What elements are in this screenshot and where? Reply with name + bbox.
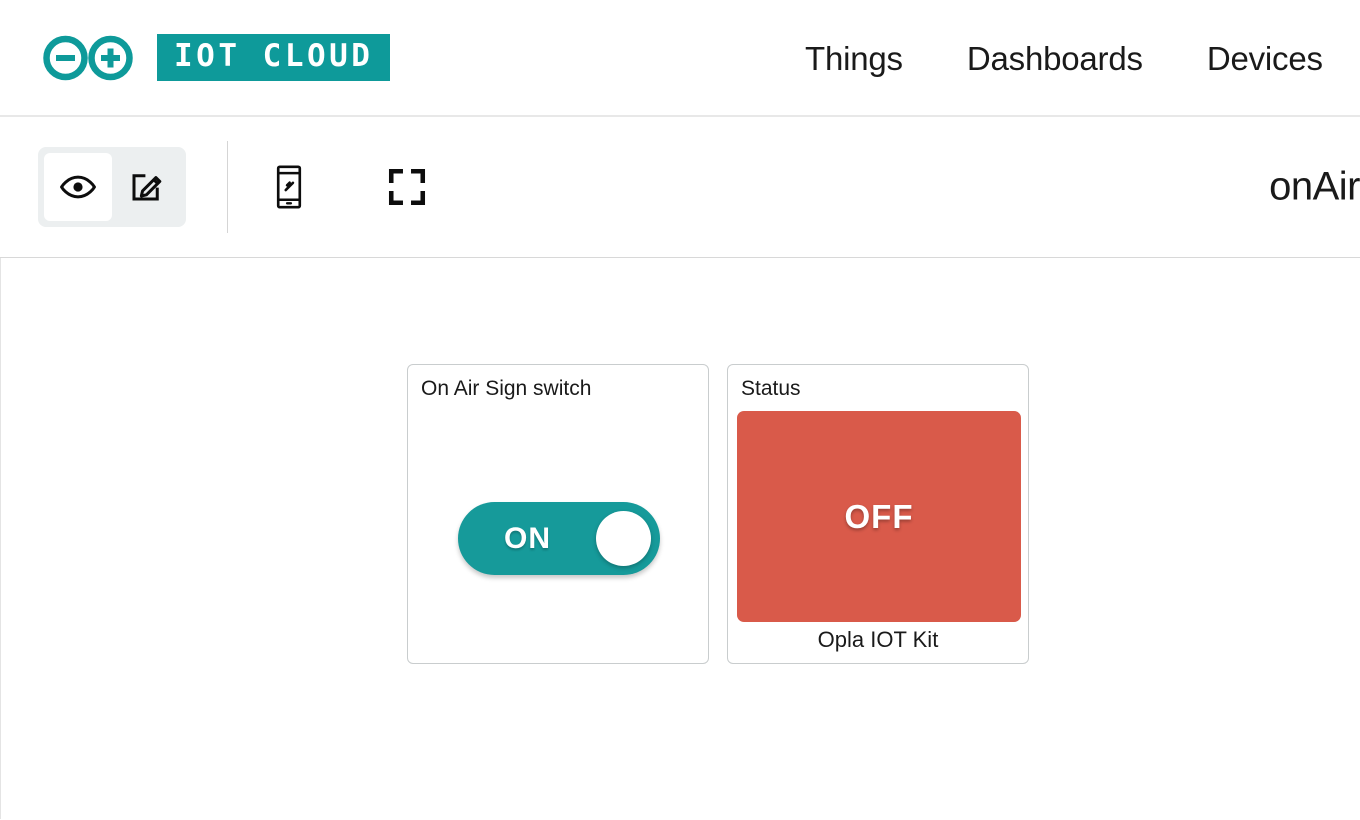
status-caption: Opla IOT Kit (817, 627, 939, 652)
edit-mode-button[interactable] (112, 153, 180, 221)
dashboard-canvas: On Air Sign switch ON Status OFF Opla IO… (0, 258, 1360, 819)
widget-status-title: Status (741, 377, 801, 400)
main-nav: Things Dashboards Devices (805, 0, 1323, 117)
mobile-layout-icon (276, 165, 302, 209)
edit-square-pencil-icon (132, 174, 162, 201)
widget-status[interactable]: Status OFF Opla IOT Kit (727, 364, 1029, 664)
view-mode-button[interactable] (44, 153, 112, 221)
status-value: OFF (844, 497, 914, 535)
toolbar-divider (227, 141, 228, 233)
nav-item-devices[interactable]: Devices (1207, 40, 1323, 78)
fullscreen-button[interactable] (376, 156, 438, 218)
arduino-infinity-logo-icon (43, 35, 133, 80)
nav-item-things[interactable]: Things (805, 40, 903, 78)
nav-item-dashboards[interactable]: Dashboards (967, 40, 1143, 78)
switch-knob[interactable] (596, 511, 651, 566)
app-header: IOT CLOUD Things Dashboards Devices (0, 0, 1360, 117)
switch-state-label: ON (504, 521, 551, 555)
status-indicator: OFF (737, 411, 1021, 622)
dashboard-title: onAir (1269, 164, 1360, 209)
switch-toggle[interactable]: ON (458, 502, 660, 575)
iot-cloud-badge: IOT CLOUD (157, 34, 391, 81)
switch-wrapper: ON (458, 502, 660, 575)
fullscreen-icon (388, 168, 426, 206)
mobile-layout-button[interactable] (258, 156, 320, 218)
brand[interactable]: IOT CLOUD (38, 34, 391, 82)
eye-icon (60, 175, 96, 199)
view-edit-mode-group (38, 147, 186, 227)
dashboard-toolbar: onAir (0, 117, 1360, 258)
widget-switch[interactable]: On Air Sign switch ON (407, 364, 709, 664)
widget-switch-title: On Air Sign switch (421, 377, 592, 400)
